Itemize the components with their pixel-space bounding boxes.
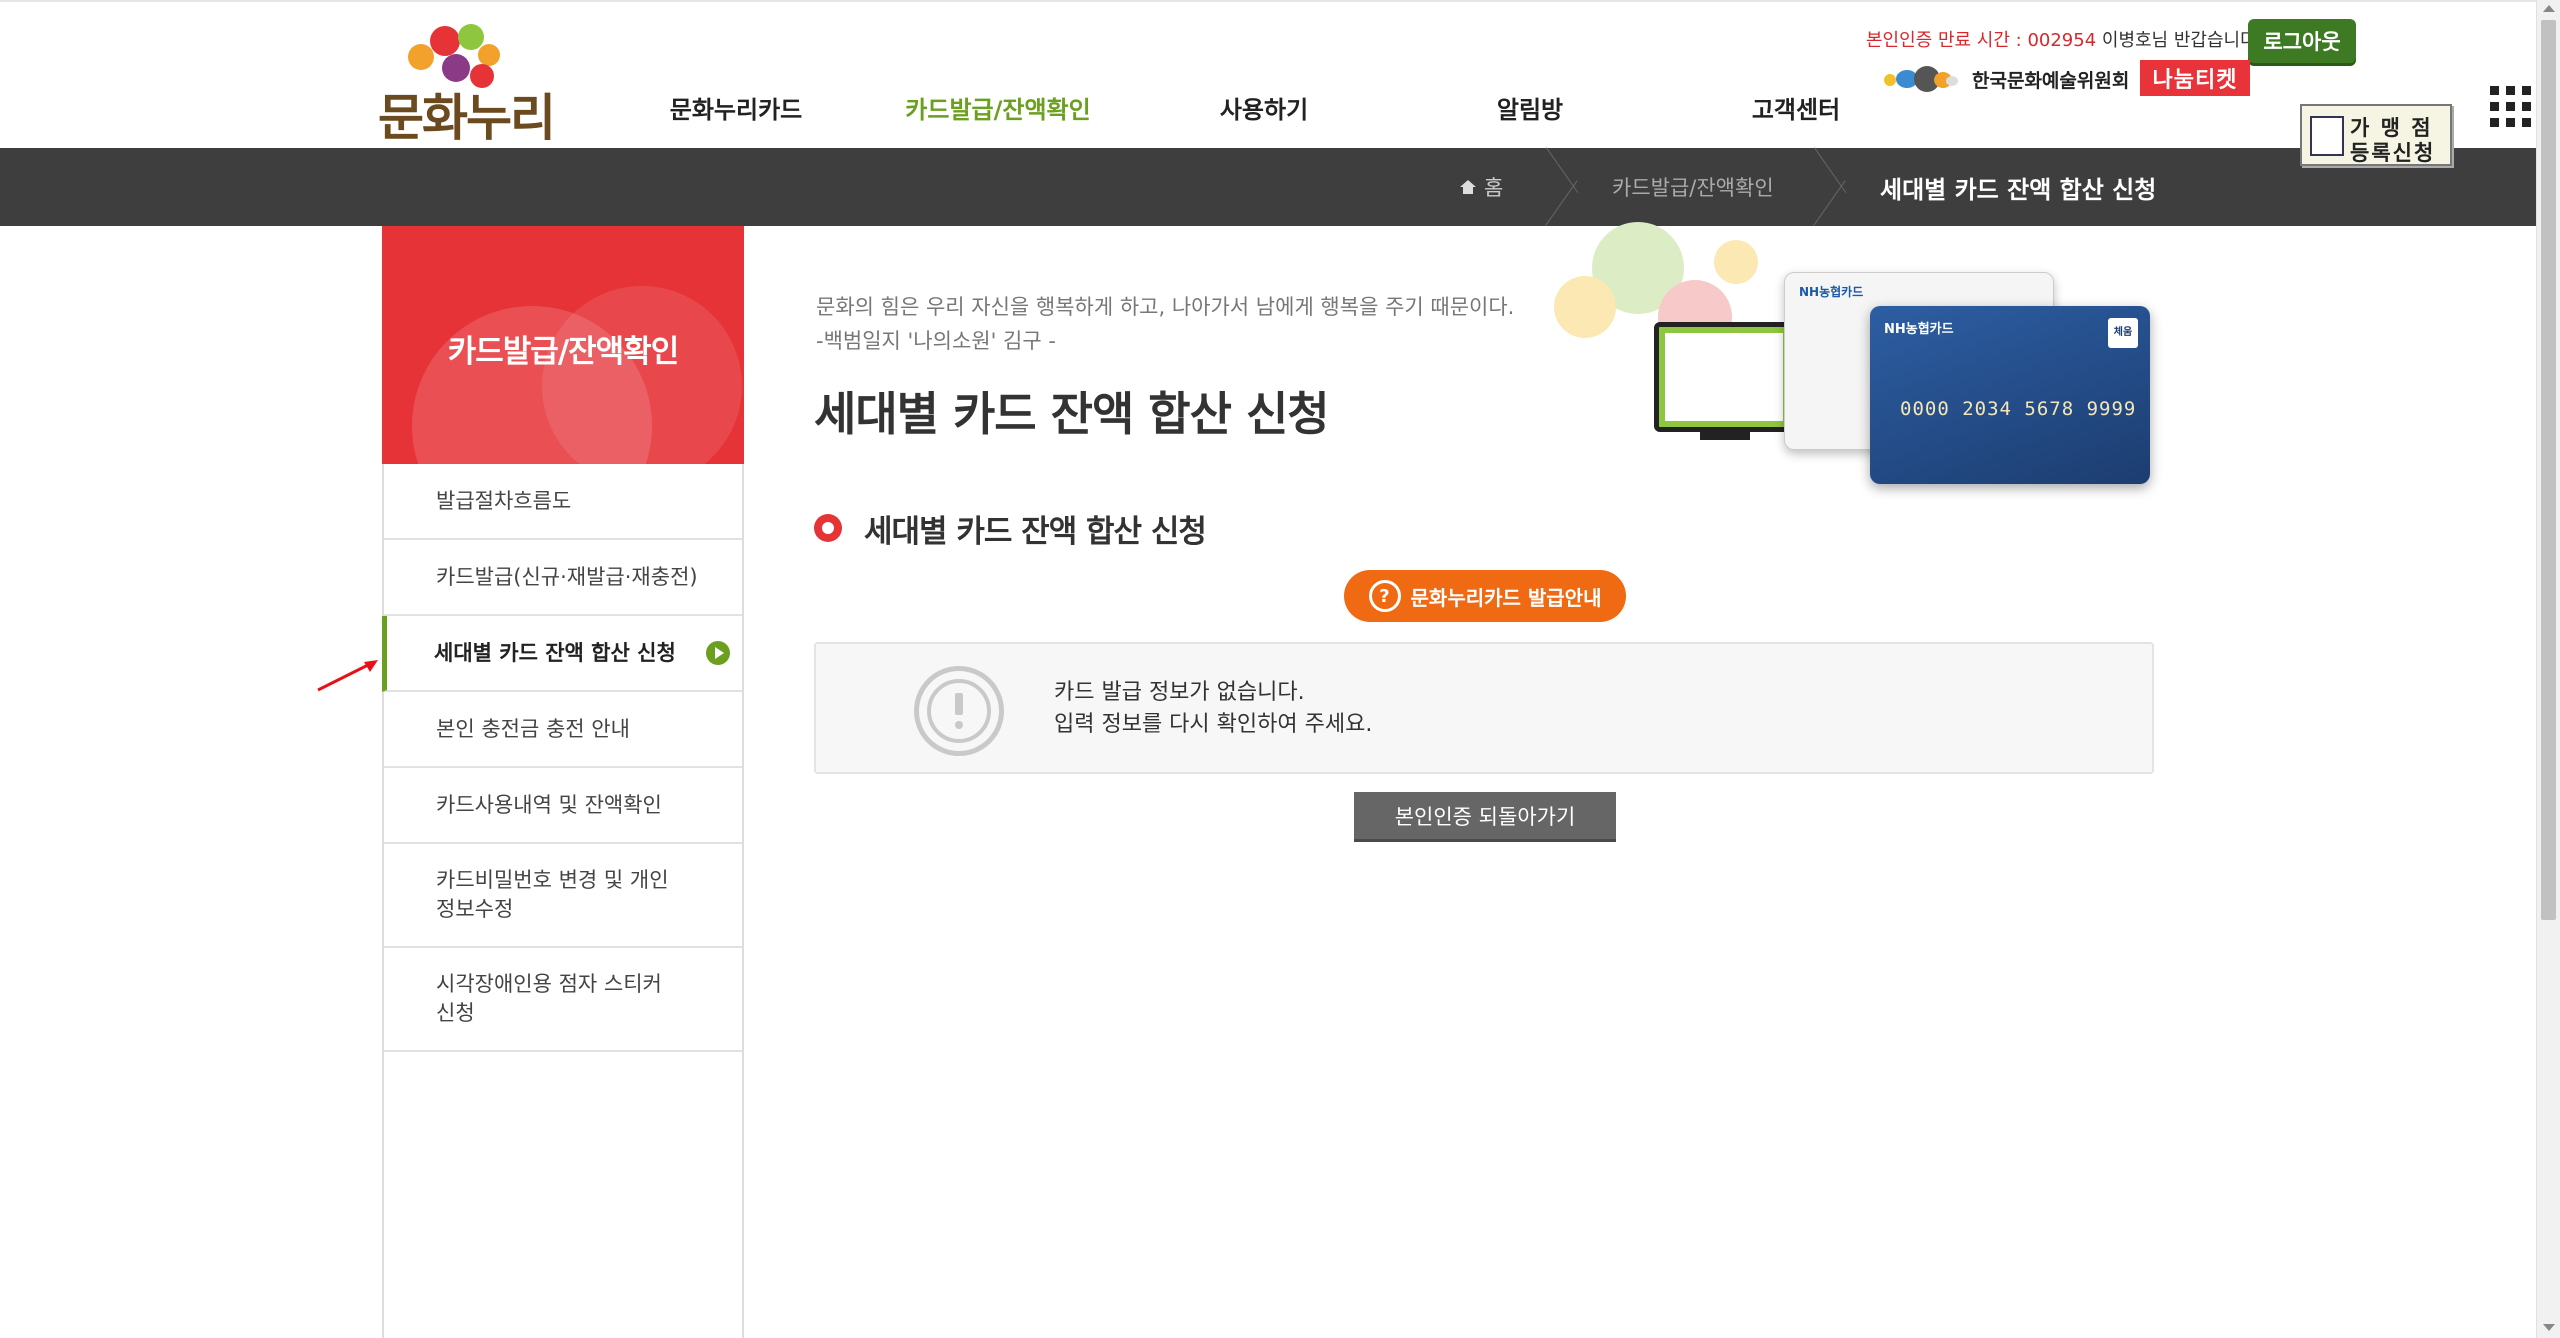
- check-card-image: NH농협카드 체움 0000 2034 5678 9999: [1870, 306, 2150, 484]
- arko-label: 한국문화예술위원회: [1972, 69, 2130, 92]
- sidebar-item-self-charge[interactable]: 본인 충전금 충전 안내: [384, 692, 742, 768]
- site-header: 문화누리 문화누리카드 카드발급/잔액확인 사용하기 알림방 고객센터 본인인증…: [0, 0, 2536, 148]
- session-info: 본인인증 만료 시간 : 002954 이병호님 반갑습니다.: [1866, 26, 2262, 56]
- scroll-down-icon[interactable]: [2543, 1324, 2555, 1331]
- back-to-verification-button[interactable]: 본인인증 되돌아가기: [1354, 792, 1616, 842]
- arko-logo-icon: [1884, 64, 1964, 94]
- breadcrumb-home[interactable]: 홈: [1460, 148, 1503, 226]
- exclamation-circle-icon: [914, 666, 1004, 756]
- annotation-arrow-icon: [317, 660, 378, 692]
- session-timer-value: 002954: [2027, 30, 2097, 51]
- sidebar-item-label: 세대별 카드 잔액 합산 신청: [434, 640, 676, 665]
- scrollbar-thumb[interactable]: [2541, 20, 2556, 920]
- quote-line: 문화의 힘은 우리 자신을 행복하게 하고, 나아가서 남에게 행복을 주기 때…: [816, 295, 1515, 319]
- sidebar-item-label: 카드발급(신규·재발급·재충전): [436, 564, 698, 589]
- merchant-label-line2: 등록신청: [2350, 141, 2436, 165]
- nav-item-munhwanuri-card[interactable]: 문화누리카드: [670, 90, 802, 125]
- sidebar-item-label: 카드비밀번호 변경 및 개인 정보수정: [436, 868, 669, 921]
- logo-dot: [478, 44, 500, 66]
- document-pen-icon: [2310, 116, 2344, 156]
- scroll-up-icon[interactable]: [2543, 5, 2555, 12]
- breadcrumb-separator: [1814, 148, 1854, 226]
- logo-dot: [430, 26, 460, 56]
- breadcrumb-current: 세대별 카드 잔액 합산 신청: [1880, 175, 2157, 204]
- card-number: 0000 2034 5678 9999: [1900, 398, 2137, 420]
- card-brand: NH농협카드: [1799, 285, 1864, 299]
- nav-item-notice[interactable]: 알림방: [1497, 90, 1563, 125]
- card-brand: NH농협카드: [1884, 322, 1954, 337]
- page-quote: 문화의 힘은 우리 자신을 행복하게 하고, 나아가서 남에게 행복을 주기 때…: [816, 290, 1514, 358]
- sidebar-item-label: 발급절차흐름도: [436, 488, 572, 513]
- page-title: 세대별 카드 잔액 합산 신청: [814, 387, 1330, 441]
- nanum-ticket-link[interactable]: 나눔티켓: [2140, 60, 2250, 96]
- all-menu-icon[interactable]: [2490, 86, 2532, 128]
- monitor-icon: [1654, 322, 1794, 432]
- arrow-right-circle-icon: [706, 641, 730, 665]
- breadcrumb-middle[interactable]: 카드발급/잔액확인: [1612, 148, 1774, 226]
- sidebar-item-password-change[interactable]: 카드비밀번호 변경 및 개인 정보수정: [384, 844, 742, 948]
- site-logo[interactable]: 문화누리: [378, 20, 558, 147]
- section-title: 세대별 카드 잔액 합산 신청: [814, 508, 1207, 550]
- sidebar-item-card-issue[interactable]: 카드발급(신규·재발급·재충전): [384, 540, 742, 616]
- sidebar-item-label: 카드사용내역 및 잔액확인: [436, 792, 662, 817]
- breadcrumb: 홈 카드발급/잔액확인 세대별 카드 잔액 합산 신청: [0, 148, 2536, 226]
- question-circle-icon: ?: [1368, 580, 1401, 612]
- sidebar-menu: 발급절차흐름도 카드발급(신규·재발급·재충전) 세대별 카드 잔액 합산 신청…: [382, 464, 742, 1052]
- logout-button[interactable]: 로그아웃: [2248, 19, 2356, 63]
- section-title-text: 세대별 카드 잔액 합산 신청: [864, 513, 1207, 550]
- sidebar-item-braille-sticker[interactable]: 시각장애인용 점자 스티커 신청: [384, 948, 742, 1052]
- sidebar-title: 카드발급/잔액확인: [447, 334, 679, 370]
- nav-item-card-issue[interactable]: 카드발급/잔액확인: [905, 90, 1090, 125]
- page-scrollbar[interactable]: [2536, 0, 2560, 1338]
- nav-item-usage[interactable]: 사용하기: [1220, 90, 1308, 125]
- quote-author: -백범일지 '나의소원' 김구 -: [816, 329, 1056, 353]
- merchant-register-button[interactable]: 가 맹 점 등록신청: [2300, 104, 2452, 166]
- card-issue-guide-button[interactable]: ? 문화누리카드 발급안내: [1344, 570, 1626, 622]
- card-illustration: NH농협카드 NH농협카드 체움 0000 2034 5678 9999: [1540, 222, 2160, 484]
- home-icon: [1460, 180, 1476, 194]
- sidebar-header: 카드발급/잔액확인: [382, 226, 744, 464]
- breadcrumb-home-label: 홈: [1484, 176, 1504, 200]
- sidebar-item-label: 본인 충전금 충전 안내: [436, 716, 630, 741]
- sidebar-item-label: 시각장애인용 점자 스티커 신청: [436, 972, 662, 1025]
- session-timer-label: 본인인증 만료 시간 :: [1866, 30, 2028, 51]
- guide-button-label: 문화누리카드 발급안내: [1410, 585, 1602, 610]
- message-line: 카드 발급 정보가 없습니다.: [1054, 680, 1305, 705]
- sidebar-item-household-balance[interactable]: 세대별 카드 잔액 합산 신청: [382, 616, 742, 692]
- greeting-text: 이병호님 반갑습니다.: [2096, 30, 2263, 51]
- section-bullet-icon: [814, 514, 842, 542]
- logo-dot: [408, 44, 434, 70]
- logo-text: 문화누리: [378, 88, 556, 147]
- logo-dot: [458, 24, 484, 50]
- sidebar-item-usage-history[interactable]: 카드사용내역 및 잔액확인: [384, 768, 742, 844]
- nav-item-customer-center[interactable]: 고객센터: [1752, 90, 1840, 125]
- message-line: 입력 정보를 다시 확인하여 주세요.: [1054, 712, 1373, 737]
- breadcrumb-separator: [1546, 148, 1586, 226]
- no-card-info-message: 카드 발급 정보가 없습니다. 입력 정보를 다시 확인하여 주세요.: [814, 642, 2154, 774]
- card-chip-icon: 체움: [2108, 318, 2138, 348]
- sidebar-item-issue-flow[interactable]: 발급절차흐름도: [384, 464, 742, 540]
- arko-link[interactable]: 한국문화예술위원회: [1884, 64, 2129, 94]
